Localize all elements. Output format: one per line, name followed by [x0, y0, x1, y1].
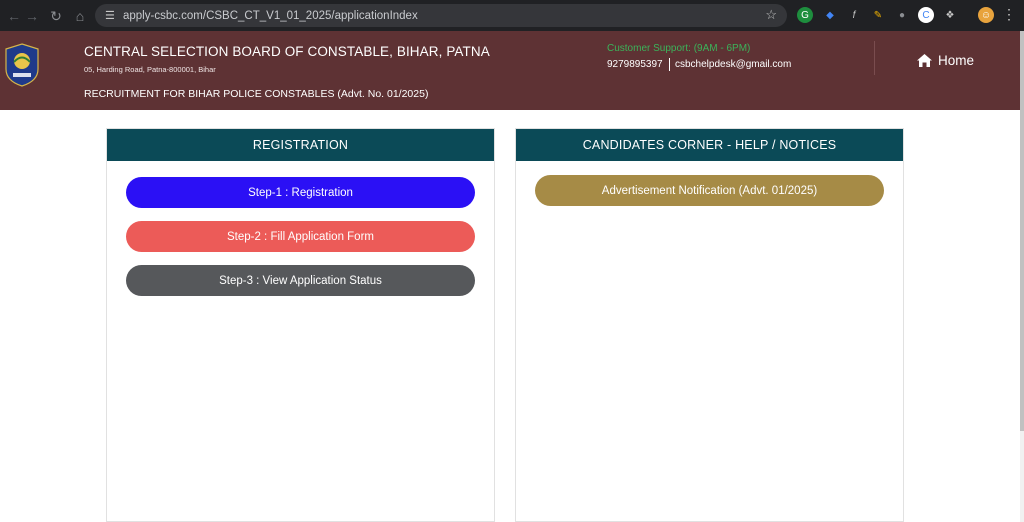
address-bar[interactable]: ☰ apply-csbc.com/CSBC_CT_V1_01_2025/appl…: [95, 4, 787, 27]
extensions-puzzle-icon[interactable]: ❖: [942, 7, 958, 23]
registration-panel-title: REGISTRATION: [107, 129, 494, 161]
candidates-corner-title: CANDIDATES CORNER - HELP / NOTICES: [516, 129, 903, 161]
customer-support-title: Customer Support: (9AM - 6PM): [607, 43, 751, 54]
page-scrollbar[interactable]: [1020, 31, 1024, 522]
home-link-label: Home: [938, 53, 975, 68]
scrollbar-thumb[interactable]: [1020, 31, 1024, 431]
org-address: 05, Harding Road, Patna-800001, Bihar: [84, 65, 216, 74]
advertisement-notification-button[interactable]: Advertisement Notification (Advt. 01/202…: [535, 175, 884, 206]
header-divider: [874, 41, 875, 75]
step2-fill-application-button[interactable]: Step-2 : Fill Application Form: [126, 221, 475, 252]
address-url[interactable]: apply-csbc.com/CSBC_CT_V1_01_2025/applic…: [123, 10, 418, 22]
tag-extension-icon[interactable]: ◆: [822, 7, 838, 23]
home-link[interactable]: Home: [916, 53, 974, 68]
forward-arrow-icon[interactable]: →: [20, 4, 44, 28]
recruitment-title: RECRUITMENT FOR BIHAR POLICE CONSTABLES …: [84, 88, 429, 100]
bihar-police-emblem-icon: [5, 43, 39, 87]
step1-registration-button[interactable]: Step-1 : Registration: [126, 177, 475, 208]
step3-view-status-button[interactable]: Step-3 : View Application Status: [126, 265, 475, 296]
paint-extension-icon[interactable]: ✎: [870, 7, 886, 23]
home-icon: [917, 54, 932, 67]
registration-panel: REGISTRATION Step-1 : Registration Step-…: [106, 128, 495, 522]
org-title: CENTRAL SELECTION BOARD OF CONSTABLE, BI…: [84, 44, 490, 59]
candidates-corner-panel: CANDIDATES CORNER - HELP / NOTICES Adver…: [515, 128, 904, 522]
bookmark-star-icon[interactable]: ☆: [765, 7, 777, 23]
browser-menu-icon[interactable]: ⋮: [1002, 6, 1016, 23]
function-extension-icon[interactable]: f: [846, 7, 862, 23]
site-header: CENTRAL SELECTION BOARD OF CONSTABLE, BI…: [0, 31, 1020, 110]
chrome-extension-icon[interactable]: C: [918, 7, 934, 23]
home-browser-icon[interactable]: ⌂: [68, 4, 92, 28]
reload-icon[interactable]: ↻: [44, 4, 68, 28]
grammarly-extension-icon[interactable]: G: [797, 7, 813, 23]
profile-avatar[interactable]: ☺: [978, 7, 994, 23]
microphone-icon[interactable]: ●: [894, 7, 910, 23]
support-phone: 9279895397: [607, 58, 670, 71]
site-info-icon[interactable]: ☰: [105, 9, 123, 22]
browser-toolbar: ← → ↻ ⌂ ☰ apply-csbc.com/CSBC_CT_V1_01_2…: [0, 0, 1024, 31]
support-email: csbchelpdesk@gmail.com: [675, 59, 792, 70]
